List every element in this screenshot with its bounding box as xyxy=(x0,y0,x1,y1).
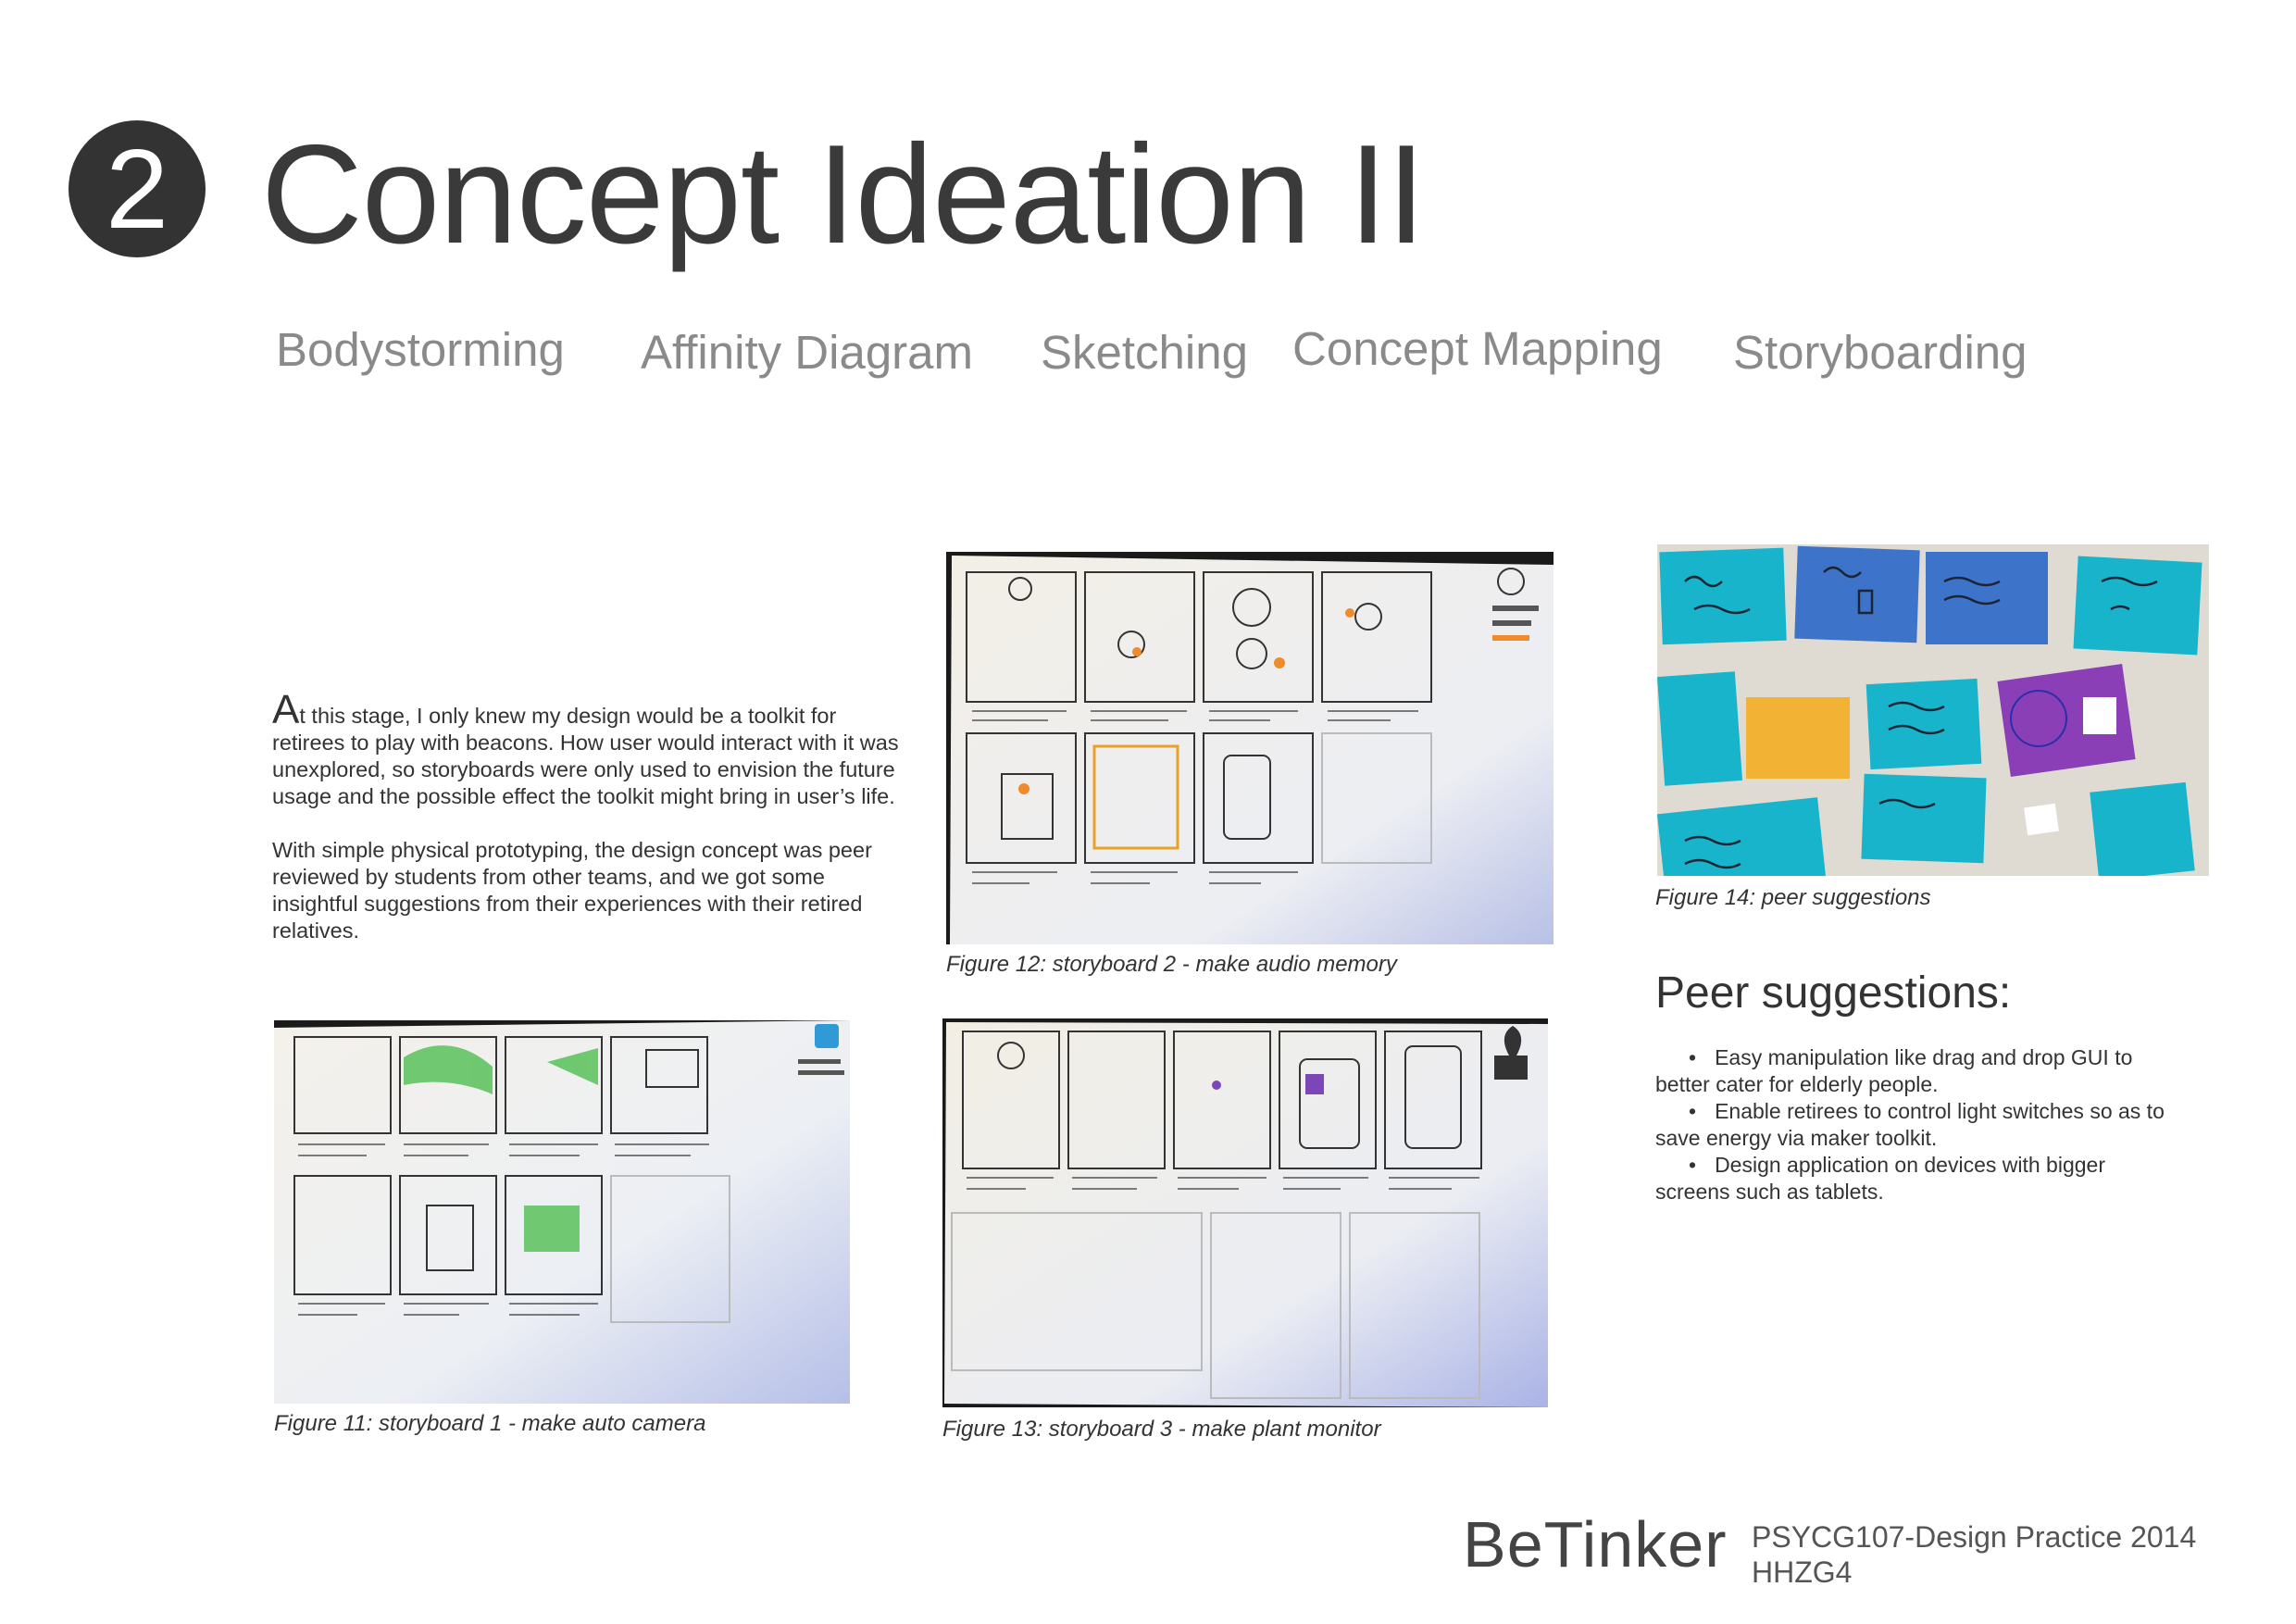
group-label: HHZG4 xyxy=(1752,1555,1853,1589)
peer-suggestions-list: • Easy manipulation like drag and drop GU… xyxy=(1655,1044,2174,1206)
figure-13-caption: Figure 13: storyboard 3 - make plant mon… xyxy=(942,1417,1381,1442)
bullet-icon: • xyxy=(1689,1045,1697,1069)
method-bodystorming: Bodystorming xyxy=(276,323,565,376)
bullet-icon: • xyxy=(1689,1153,1697,1177)
figure-14-caption: Figure 14: peer suggestions xyxy=(1655,885,1931,910)
dropcap: A xyxy=(272,687,300,732)
method-storyboarding: Storyboarding xyxy=(1733,326,2028,379)
method-sketching: Sketching xyxy=(1041,326,1248,379)
storyboard-3-photo xyxy=(942,1018,1548,1407)
brand-logo-text: BeTinker xyxy=(1463,1508,1728,1580)
figure-11-caption: Figure 11: storyboard 1 - make auto came… xyxy=(274,1411,706,1436)
list-item: • Easy manipulation like drag and drop GU… xyxy=(1655,1045,2133,1096)
figure-12-caption: Figure 12: storyboard 2 - make audio mem… xyxy=(946,952,1397,977)
bullet-icon: • xyxy=(1689,1099,1697,1123)
list-item: • Design application on devices with bigg… xyxy=(1655,1153,2105,1204)
course-label: PSYCG107-Design Practice 2014 xyxy=(1752,1520,2197,1554)
section-number-badge: 2 xyxy=(69,120,206,257)
method-concept-mapping: Concept Mapping xyxy=(1292,322,1663,375)
storyboard-1-photo xyxy=(274,1020,850,1404)
peer-suggestions-heading: Peer suggestions: xyxy=(1655,968,2012,1018)
intro-paragraph-2: With simple physical prototyping, the de… xyxy=(272,838,872,943)
storyboard-2-photo xyxy=(946,552,1554,944)
list-item: • Enable retirees to control light switch… xyxy=(1655,1099,2165,1150)
method-affinity-diagram: Affinity Diagram xyxy=(641,326,974,379)
intro-paragraph-1: At this stage, I only knew my design wou… xyxy=(272,687,899,809)
peer-suggestions-photo xyxy=(1657,544,2209,876)
intro-text: At this stage, I only knew my design wou… xyxy=(272,687,902,971)
page-title: Concept Ideation II xyxy=(261,116,1426,273)
